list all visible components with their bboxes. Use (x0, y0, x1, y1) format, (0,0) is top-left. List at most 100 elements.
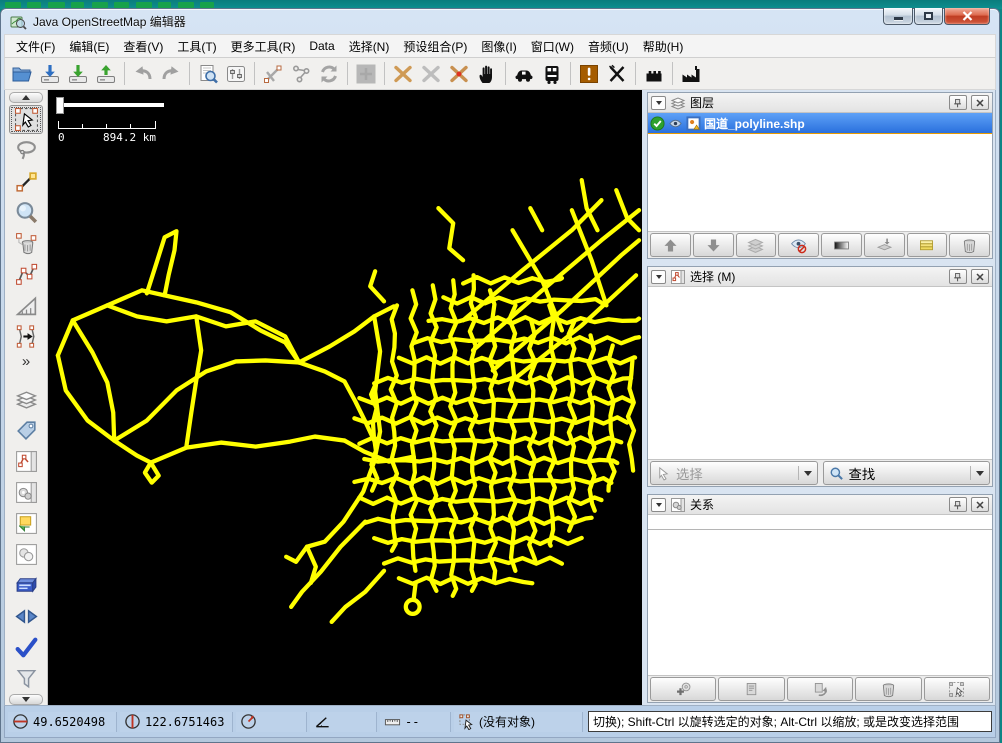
close-button[interactable] (944, 8, 990, 25)
window-title: Java OpenStreetMap 编辑器 (33, 13, 186, 30)
zoom-slider-knob[interactable] (56, 97, 64, 114)
download-osm-data-button[interactable] (36, 60, 64, 87)
maximize-button[interactable] (914, 8, 943, 25)
toggle-notes-button[interactable] (9, 571, 43, 600)
delete-layer-button[interactable] (949, 233, 990, 257)
combine-way-disabled-button[interactable] (417, 60, 445, 87)
menu-item-0[interactable]: 文件(F) (9, 35, 62, 58)
unglue-ways-button[interactable] (259, 60, 287, 87)
tool-lasso-button[interactable] (9, 136, 43, 165)
preset-bus-button[interactable] (538, 60, 566, 87)
preset-warning-button[interactable] (575, 60, 603, 87)
scroll-down-button[interactable] (9, 694, 43, 705)
preset-factory-button[interactable] (677, 60, 705, 87)
tool-ruler-button[interactable] (9, 291, 43, 320)
relations-list[interactable] (648, 530, 992, 675)
tool-parallel-button[interactable] (9, 322, 43, 351)
tool-improve-way-button[interactable] (9, 260, 43, 289)
purge-button[interactable] (287, 60, 315, 87)
relations-collapse-button[interactable] (651, 498, 666, 512)
tool-draw-nodes-button[interactable] (9, 167, 43, 196)
toggle-tags-button[interactable] (9, 416, 43, 445)
lasso-icon (14, 138, 39, 163)
menu-item-5[interactable]: Data (302, 36, 341, 56)
toggle-map-styles-button[interactable] (9, 540, 43, 569)
selection-search-button[interactable]: 查找 (823, 461, 991, 485)
toggle-validator-button[interactable] (9, 633, 43, 662)
minimize-button[interactable] (883, 8, 913, 25)
layers-close-button[interactable] (971, 95, 989, 110)
menu-item-9[interactable]: 窗口(W) (524, 35, 581, 58)
tool-select-button[interactable] (9, 105, 43, 134)
layers-collapse-button[interactable] (651, 96, 666, 110)
layer-row[interactable]: 国道_polyline.shp (648, 113, 992, 134)
preset-restaurant-button[interactable] (603, 60, 631, 87)
split-way-button[interactable] (445, 60, 473, 87)
menu-item-10[interactable]: 音频(U) (581, 35, 636, 58)
titlebar[interactable]: Java OpenStreetMap 编辑器 (4, 9, 996, 34)
move-down-button[interactable] (693, 233, 734, 257)
imagery-disabled-button[interactable] (352, 60, 380, 87)
duplicate-relation-button[interactable] (787, 677, 853, 701)
preferences-button[interactable] (222, 60, 250, 87)
object-select-icon (458, 713, 475, 730)
toggle-layers-button[interactable] (9, 385, 43, 414)
toggle-filter-button[interactable] (9, 664, 43, 693)
menu-item-8[interactable]: 图像(I) (474, 35, 523, 58)
preferences-search-button[interactable] (194, 60, 222, 87)
move-up-button[interactable] (650, 233, 691, 257)
tool-delete-button[interactable] (9, 229, 43, 258)
scroll-up-button[interactable] (9, 92, 43, 103)
relations-pin-button[interactable] (949, 497, 967, 512)
selection-pin-button[interactable] (949, 269, 967, 284)
toggle-command-stack-button[interactable] (9, 509, 43, 538)
angle-icon (314, 713, 331, 730)
menu-item-2[interactable]: 查看(V) (116, 35, 170, 58)
menu-item-3[interactable]: 工具(T) (170, 35, 223, 58)
selection-close-button[interactable] (971, 269, 989, 284)
selection-select-button[interactable]: 选择 (650, 461, 818, 485)
menu-item-6[interactable]: 选择(N) (342, 35, 397, 58)
scale-start-label: 0 (58, 131, 65, 144)
toggle-relations-list-button[interactable] (9, 478, 43, 507)
redo-button[interactable] (157, 60, 185, 87)
menu-bar: 文件(F)编辑(E)查看(V)工具(T)更多工具(R)Data选择(N)预设组合… (4, 34, 996, 58)
upload-data-button[interactable] (92, 60, 120, 87)
selection-list[interactable] (648, 287, 992, 459)
new-layer-button[interactable] (907, 233, 948, 257)
menu-item-11[interactable]: 帮助(H) (636, 35, 691, 58)
layers-pin-button[interactable] (949, 95, 967, 110)
select-relation-button[interactable] (924, 677, 990, 701)
preset-car-button[interactable] (510, 60, 538, 87)
delete-relation-button[interactable] (855, 677, 921, 701)
update-data-button[interactable] (315, 60, 343, 87)
relations-close-button[interactable] (971, 497, 989, 512)
layer-visible-eye-icon[interactable] (668, 116, 683, 131)
menu-item-7[interactable]: 预设组合(P) (396, 35, 474, 58)
opacity-button[interactable] (821, 233, 862, 257)
preset-castle-button[interactable] (640, 60, 668, 87)
toggle-visibility-button[interactable] (778, 233, 819, 257)
toggle-conflicts-button[interactable] (9, 602, 43, 631)
open-file-button[interactable] (8, 60, 36, 87)
toggle-selection-list-button[interactable] (9, 447, 43, 476)
main-toolbar (4, 58, 996, 90)
merge-layers-button[interactable] (736, 233, 777, 257)
menu-item-1[interactable]: 编辑(E) (62, 35, 116, 58)
zoom-slider[interactable] (56, 97, 166, 112)
edit-relation-button[interactable] (718, 677, 784, 701)
pan-hand-button[interactable] (473, 60, 501, 87)
selection-collapse-button[interactable] (651, 270, 666, 284)
menu-item-4[interactable]: 更多工具(R) (224, 35, 303, 58)
layers-list[interactable]: 国道_polyline.shp (648, 113, 992, 231)
new-relation-button[interactable] (650, 677, 716, 701)
toolbar-overflow-button[interactable]: » (9, 353, 43, 371)
duplicate-layer-button[interactable] (864, 233, 905, 257)
combine-way-button[interactable] (389, 60, 417, 87)
map-view[interactable]: 0 894.2 km (48, 90, 642, 705)
road-polyline (286, 547, 307, 562)
download-along-button[interactable] (64, 60, 92, 87)
tool-zoom-button[interactable] (9, 198, 43, 227)
undo-button[interactable] (129, 60, 157, 87)
road-polyline (370, 271, 384, 301)
